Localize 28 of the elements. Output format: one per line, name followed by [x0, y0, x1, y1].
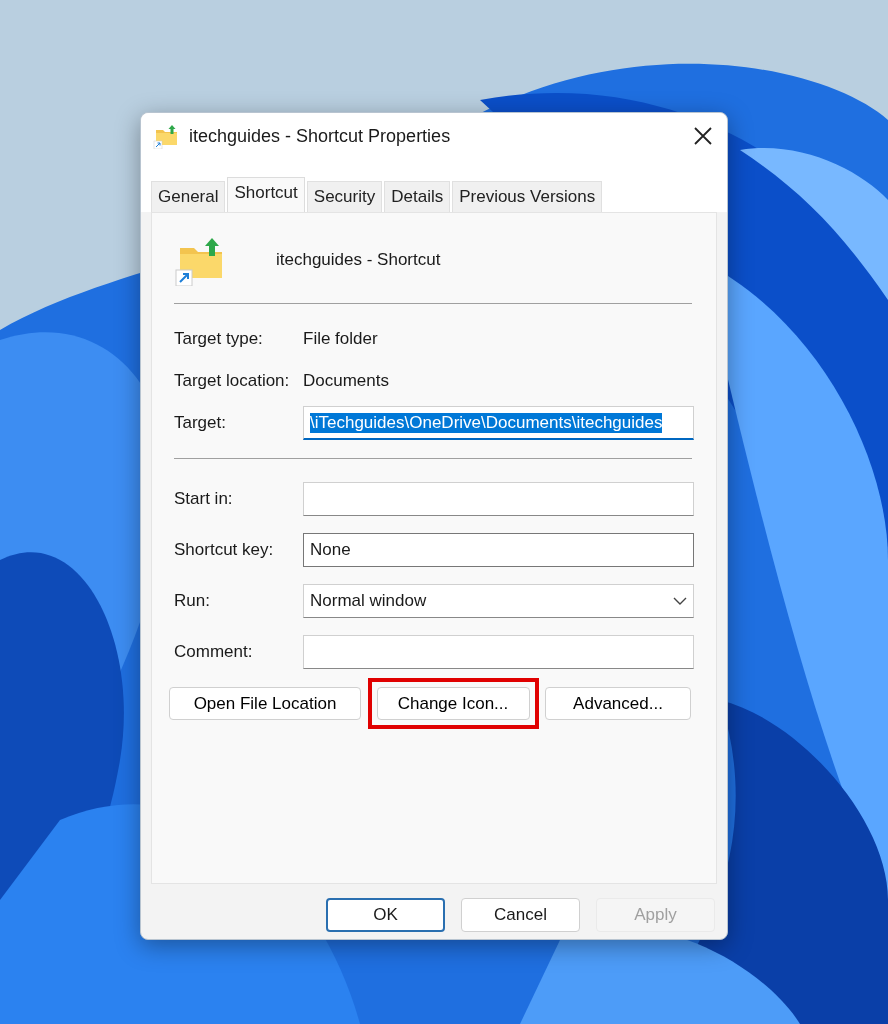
dialog-button[interactable]: OK [326, 898, 445, 932]
shortcut-name: itechguides - Shortcut [276, 250, 441, 270]
field-label: Target type: [174, 329, 264, 349]
input-field[interactable]: None [303, 532, 694, 567]
tab[interactable]: Security [306, 181, 383, 212]
action-button[interactable]: Change Icon... [376, 687, 530, 720]
tab[interactable]: Details [384, 181, 451, 212]
field-value: Documents [303, 371, 389, 391]
tab[interactable]: Shortcut [227, 177, 305, 212]
target-field[interactable]: \iTechguides\OneDrive\Documents\itechguides [303, 406, 694, 440]
input-field[interactable] [303, 481, 694, 516]
field-label: Target: [174, 413, 227, 433]
field-label: Run: [174, 590, 211, 611]
action-button[interactable]: Open File Location [169, 687, 361, 720]
window-title: itechguides - Shortcut Properties [189, 125, 452, 147]
field-label: Target location: [174, 371, 291, 391]
field-label: Shortcut key: [174, 539, 275, 560]
folder-shortcut-icon [153, 123, 179, 149]
dialog-button[interactable]: Cancel [461, 898, 580, 932]
tab[interactable]: Previous Versions [452, 181, 603, 212]
input-field[interactable] [303, 634, 694, 669]
field-label: Start in: [174, 488, 234, 509]
action-button[interactable]: Advanced... [545, 687, 691, 720]
tab[interactable]: General [151, 181, 226, 212]
field-label: Comment: [174, 641, 254, 662]
field-value: File folder [303, 329, 378, 349]
caret-icon [673, 595, 687, 606]
run-dropdown[interactable]: Normal window [303, 583, 694, 618]
